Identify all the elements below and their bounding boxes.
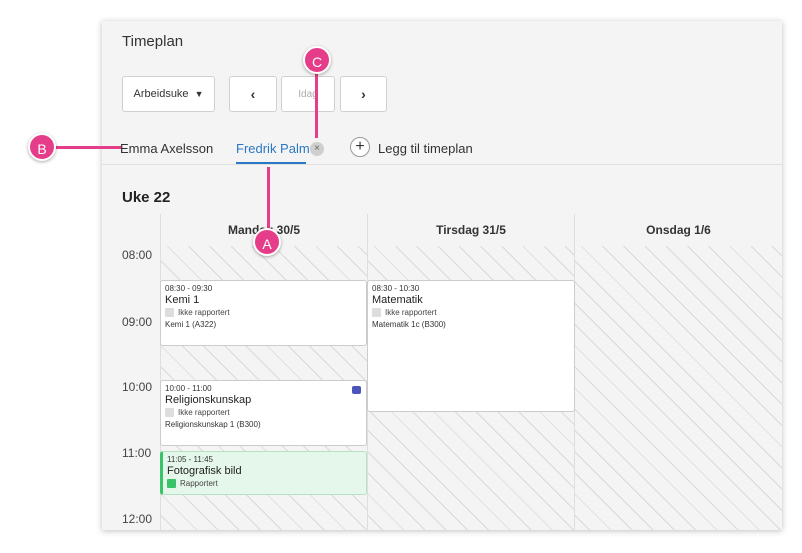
time-label: 11:00 (122, 446, 152, 460)
add-schedule-button[interactable]: Legg til timeplan (378, 141, 473, 156)
event-room: Kemi 1 (A322) (165, 320, 217, 329)
marker-b: B (28, 133, 56, 161)
event-status-label: Ikke rapportert (178, 408, 230, 417)
prev-button[interactable]: ‹ (229, 76, 277, 112)
chevron-down-icon: ▼ (194, 89, 204, 99)
status-checkbox-icon (165, 308, 174, 317)
active-tab-indicator (236, 162, 306, 164)
day-column-wednesday[interactable] (574, 246, 782, 530)
close-tab-icon[interactable]: × (310, 142, 324, 156)
time-label: 10:00 (122, 380, 153, 394)
day-header-tuesday: Tirsdag 31/5 (367, 214, 574, 246)
status-checkbox-icon (372, 308, 381, 317)
event-time: 08:30 - 09:30 (165, 284, 213, 293)
event-status: Ikke rapportert (165, 308, 362, 317)
teams-icon[interactable] (352, 386, 361, 394)
event-name: Kemi 1 (165, 294, 200, 306)
event-room: Religionskunskap 1 (B300) (165, 420, 261, 429)
event-status-label: Ikke rapportert (178, 308, 230, 317)
day-header-wednesday: Onsdag 1/6 (574, 214, 782, 246)
event-room: Matematik 1c (B300) (372, 320, 446, 329)
event-status: Ikke rapportert (165, 408, 362, 417)
marker-a-line (267, 167, 270, 235)
event-card[interactable]: 10:00 - 11:00 Religionskunskap Ikke rapp… (160, 380, 367, 446)
event-name: Fotografisk bild (167, 465, 242, 477)
event-time: 08:30 - 10:30 (372, 284, 420, 293)
week-label: Uke 22 (122, 189, 171, 206)
event-time: 11:05 - 11:45 (167, 455, 213, 464)
marker-c: C (303, 46, 331, 74)
event-status-label: Ikke rapportert (385, 308, 437, 317)
event-time: 10:00 - 11:00 (165, 384, 212, 393)
event-card[interactable]: 11:05 - 11:45 Fotografisk bild Rapporter… (160, 451, 367, 495)
marker-a: A (253, 228, 281, 256)
marker-c-line (315, 66, 318, 138)
event-status: Rapportert (167, 479, 362, 488)
page-title: Timeplan (122, 33, 184, 50)
today-button[interactable]: Idag (281, 76, 335, 112)
time-label: 12:00 (122, 512, 153, 526)
event-status-label: Rapportert (180, 479, 218, 488)
time-label: 08:00 (122, 248, 153, 262)
schedule-tabs: Emma Axelsson Fredrik Palm × + Legg til … (102, 131, 782, 165)
add-schedule-icon[interactable]: + (350, 137, 370, 157)
event-status: Ikke rapportert (372, 308, 570, 317)
tab-fredrik-palm[interactable]: Fredrik Palm (236, 141, 310, 156)
event-name: Matematik (372, 294, 423, 306)
view-select-label: Arbeidsuke (133, 88, 189, 100)
time-label: 09:00 (122, 315, 153, 329)
calendar-grid: Mandag 30/5 Tirsdag 31/5 Onsdag 1/6 08:0… (102, 214, 782, 530)
schedule-panel: Timeplan Arbeidsuke ▼ ‹ Idag › Emma Axel… (102, 21, 782, 530)
event-name: Religionskunskap (165, 394, 252, 406)
event-card[interactable]: 08:30 - 10:30 Matematik Ikke rapportert … (367, 280, 575, 412)
status-checkbox-icon (167, 479, 176, 488)
marker-b-line (50, 146, 121, 149)
next-button[interactable]: › (340, 76, 387, 112)
view-select[interactable]: Arbeidsuke ▼ (122, 76, 215, 112)
event-card[interactable]: 08:30 - 09:30 Kemi 1 Ikke rapportert Kem… (160, 280, 367, 346)
status-checkbox-icon (165, 408, 174, 417)
tab-emma-axelsson[interactable]: Emma Axelsson (120, 141, 213, 156)
